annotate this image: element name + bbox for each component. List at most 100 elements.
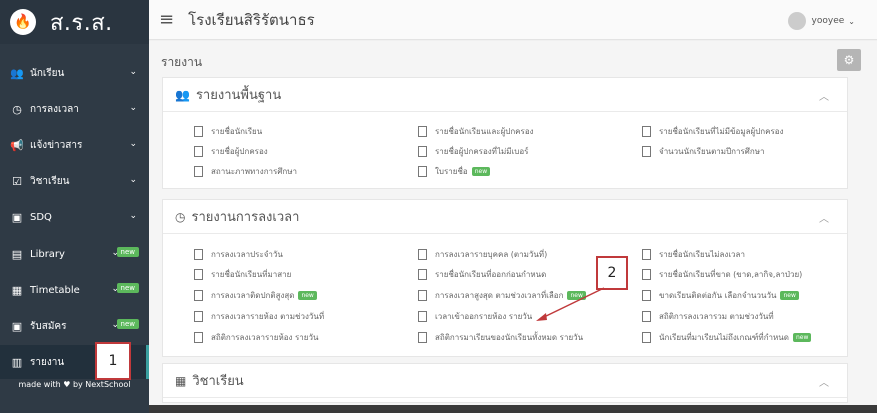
- chevron-up-icon[interactable]: ︿: [819, 88, 829, 103]
- file-icon: [642, 332, 651, 343]
- new-badge: new: [116, 319, 139, 329]
- report-link[interactable]: รายชื่อนักเรียน: [194, 125, 262, 138]
- username: yooyee: [811, 16, 845, 26]
- sidebar-item-label: วิชาเรียน: [30, 175, 70, 187]
- annotation-box-2: 2: [596, 256, 628, 290]
- report-label: ใบรายชื่อ: [435, 167, 468, 176]
- brand[interactable]: 🔥 ส.ร.ส.: [0, 0, 149, 44]
- file-icon: [418, 126, 427, 137]
- table-icon: ▦: [11, 283, 23, 297]
- chevron-down-icon: ⌄: [129, 211, 137, 221]
- file-icon: [194, 332, 203, 343]
- new-badge: new: [116, 247, 139, 257]
- main-content: รายงาน ⚙ 👥 รายงานพื้นฐาน ︿ รายชื่อนักเรี…: [149, 41, 877, 413]
- sidebar-item-students[interactable]: 👥 นักเรียน ⌄: [0, 56, 149, 90]
- report-link[interactable]: รายชื่อผู้ปกครองที่ไม่มีเบอร์: [418, 145, 528, 158]
- report-link[interactable]: การลงเวลาประจำวัน: [194, 248, 283, 261]
- file-icon: [194, 146, 203, 157]
- report-link[interactable]: รายชื่อนักเรียนไม่ลงเวลา: [642, 248, 745, 261]
- new-badge: new: [567, 291, 586, 300]
- calendar-check-icon: ☑: [12, 174, 22, 188]
- card-header: ▦ วิชาเรียน ︿: [163, 364, 847, 398]
- gear-icon: ⚙: [843, 53, 855, 67]
- report-label: การลงเวลารายบุคคล (ตามวันที่): [435, 250, 548, 259]
- annotation-box-1: 1: [95, 342, 131, 380]
- report-link[interactable]: รายชื่อนักเรียนที่ออกก่อนกำหนด: [418, 268, 546, 281]
- chevron-down-icon: ⌄: [129, 103, 137, 113]
- report-label: การลงเวลารายห้อง ตามช่วงวันที่: [211, 312, 325, 321]
- new-badge: new: [471, 167, 491, 176]
- report-link[interactable]: รายชื่อนักเรียนที่ไม่มีข้อมูลผู้ปกครอง: [642, 125, 783, 138]
- report-link[interactable]: การลงเวลารายห้อง ตามช่วงวันที่: [194, 310, 324, 323]
- card-header: ◷ รายงานการลงเวลา ︿: [163, 200, 847, 234]
- menu-icon[interactable]: ≡: [159, 9, 174, 30]
- report-label: รายชื่อนักเรียนที่ออกก่อนกำหนด: [435, 270, 547, 279]
- file-icon: [418, 166, 427, 177]
- file-icon: [642, 269, 651, 280]
- users-icon: 👥: [175, 87, 190, 102]
- report-label: นักเรียนที่มาเรียนไม่ถึงเกณฑ์ที่กำหนด: [659, 333, 789, 342]
- report-link[interactable]: ใบรายชื่อ new: [418, 165, 491, 178]
- report-label: สถิติการลงเวลารายห้อง รายวัน: [211, 333, 319, 342]
- taskbar-strip: [149, 405, 877, 413]
- file-icon: [418, 332, 427, 343]
- report-link[interactable]: รายชื่อนักเรียนที่มาสาย: [194, 268, 291, 281]
- sidebar-item-attendance[interactable]: ◷ การลงเวลา ⌄: [0, 92, 149, 126]
- report-label: รายชื่อนักเรียนและผู้ปกครอง: [435, 127, 534, 136]
- report-link[interactable]: นักเรียนที่มาเรียนไม่ถึงเกณฑ์ที่กำหนด new: [642, 331, 812, 344]
- new-badge: new: [298, 291, 317, 300]
- sidebar-item-news[interactable]: 📢 แจ้งข่าวสาร ⌄: [0, 128, 149, 162]
- report-link[interactable]: จำนวนนักเรียนตามปีการศึกษา: [642, 145, 764, 158]
- sidebar-item-timetable[interactable]: ▦ Timetable ⌄ new: [0, 273, 149, 307]
- grid-icon: ▦: [175, 373, 187, 388]
- sidebar-item-label: รายงาน: [30, 356, 65, 368]
- file-icon: [194, 249, 203, 260]
- top-header: ≡ โรงเรียนสิริรัตนาธร yooyee ⌄: [149, 0, 877, 40]
- new-badge: new: [116, 283, 139, 293]
- sidebar-item-admission[interactable]: ▣ รับสมัคร ⌄ new: [0, 309, 149, 343]
- clock-icon: ◷: [12, 102, 22, 116]
- footer-credit: made with ♥ by NextSchool: [18, 380, 131, 389]
- bullhorn-icon: 📢: [10, 138, 24, 152]
- report-link[interactable]: สถิติการมาเรียนของนักเรียนทั้งหมด รายวัน: [418, 331, 583, 344]
- card-title: รายงานการลงเวลา: [191, 210, 300, 225]
- report-link[interactable]: สถานะภาพทางการศึกษา: [194, 165, 297, 178]
- sidebar-item-sdq[interactable]: ▣ SDQ ⌄: [0, 200, 149, 234]
- report-label: รายชื่อนักเรียนที่ขาด (ขาด,ลากิจ,ลาป่วย): [659, 270, 803, 279]
- report-label: รายชื่อนักเรียนที่ไม่มีข้อมูลผู้ปกครอง: [659, 127, 784, 136]
- brand-logo-icon: 🔥: [10, 9, 36, 35]
- report-link[interactable]: การลงเวลารายบุคคล (ตามวันที่): [418, 248, 547, 261]
- sidebar-item-library[interactable]: ▤ Library ⌄ new: [0, 237, 149, 271]
- avatar: [787, 12, 806, 30]
- report-label: สถิติการลงเวลารวม ตามช่วงวันที่: [659, 312, 774, 321]
- report-link[interactable]: สถิติการลงเวลารวม ตามช่วงวันที่: [642, 310, 774, 323]
- chevron-up-icon[interactable]: ︿: [819, 374, 829, 389]
- sidebar-item-label: รับสมัคร: [30, 320, 67, 332]
- report-link[interactable]: รายชื่อผู้ปกครอง: [194, 145, 268, 158]
- user-menu[interactable]: yooyee ⌄: [787, 12, 855, 30]
- report-link[interactable]: สถิติการลงเวลารายห้อง รายวัน: [194, 331, 318, 344]
- report-link[interactable]: รายชื่อนักเรียนที่ขาด (ขาด,ลากิจ,ลาป่วย): [642, 268, 802, 281]
- report-link[interactable]: ขาดเรียนติดต่อกัน เลือกจำนวนวัน new: [642, 289, 799, 302]
- file-icon: [418, 290, 427, 301]
- file-icon: [642, 311, 651, 322]
- chevron-down-icon: ⌄: [129, 175, 137, 185]
- sidebar-item-label: SDQ: [30, 211, 52, 223]
- users-icon: 👥: [10, 66, 24, 80]
- file-icon: [642, 126, 651, 137]
- report-link[interactable]: รายชื่อนักเรียนและผู้ปกครอง: [418, 125, 534, 138]
- file-icon: [418, 311, 427, 322]
- report-link[interactable]: เวลาเข้าออกรายห้อง รายวัน: [418, 310, 532, 323]
- file-icon: [418, 249, 427, 260]
- chevron-down-icon: ⌄: [129, 139, 137, 149]
- file-icon: [642, 249, 651, 260]
- report-link[interactable]: การลงเวลาติดปกติสูงสุด new: [194, 289, 317, 302]
- report-label: รายชื่อนักเรียนที่มาสาย: [211, 270, 292, 279]
- report-link[interactable]: การลงเวลาสูงสุด ตามช่วงเวลาที่เลือก new: [418, 289, 586, 302]
- chevron-up-icon[interactable]: ︿: [819, 210, 829, 225]
- file-icon: [642, 146, 651, 157]
- sidebar-item-label: นักเรียน: [30, 67, 65, 79]
- sidebar-item-subjects[interactable]: ☑ วิชาเรียน ⌄: [0, 164, 149, 198]
- card-subjects: ▦ วิชาเรียน ︿: [162, 363, 848, 403]
- settings-button[interactable]: ⚙: [837, 49, 861, 71]
